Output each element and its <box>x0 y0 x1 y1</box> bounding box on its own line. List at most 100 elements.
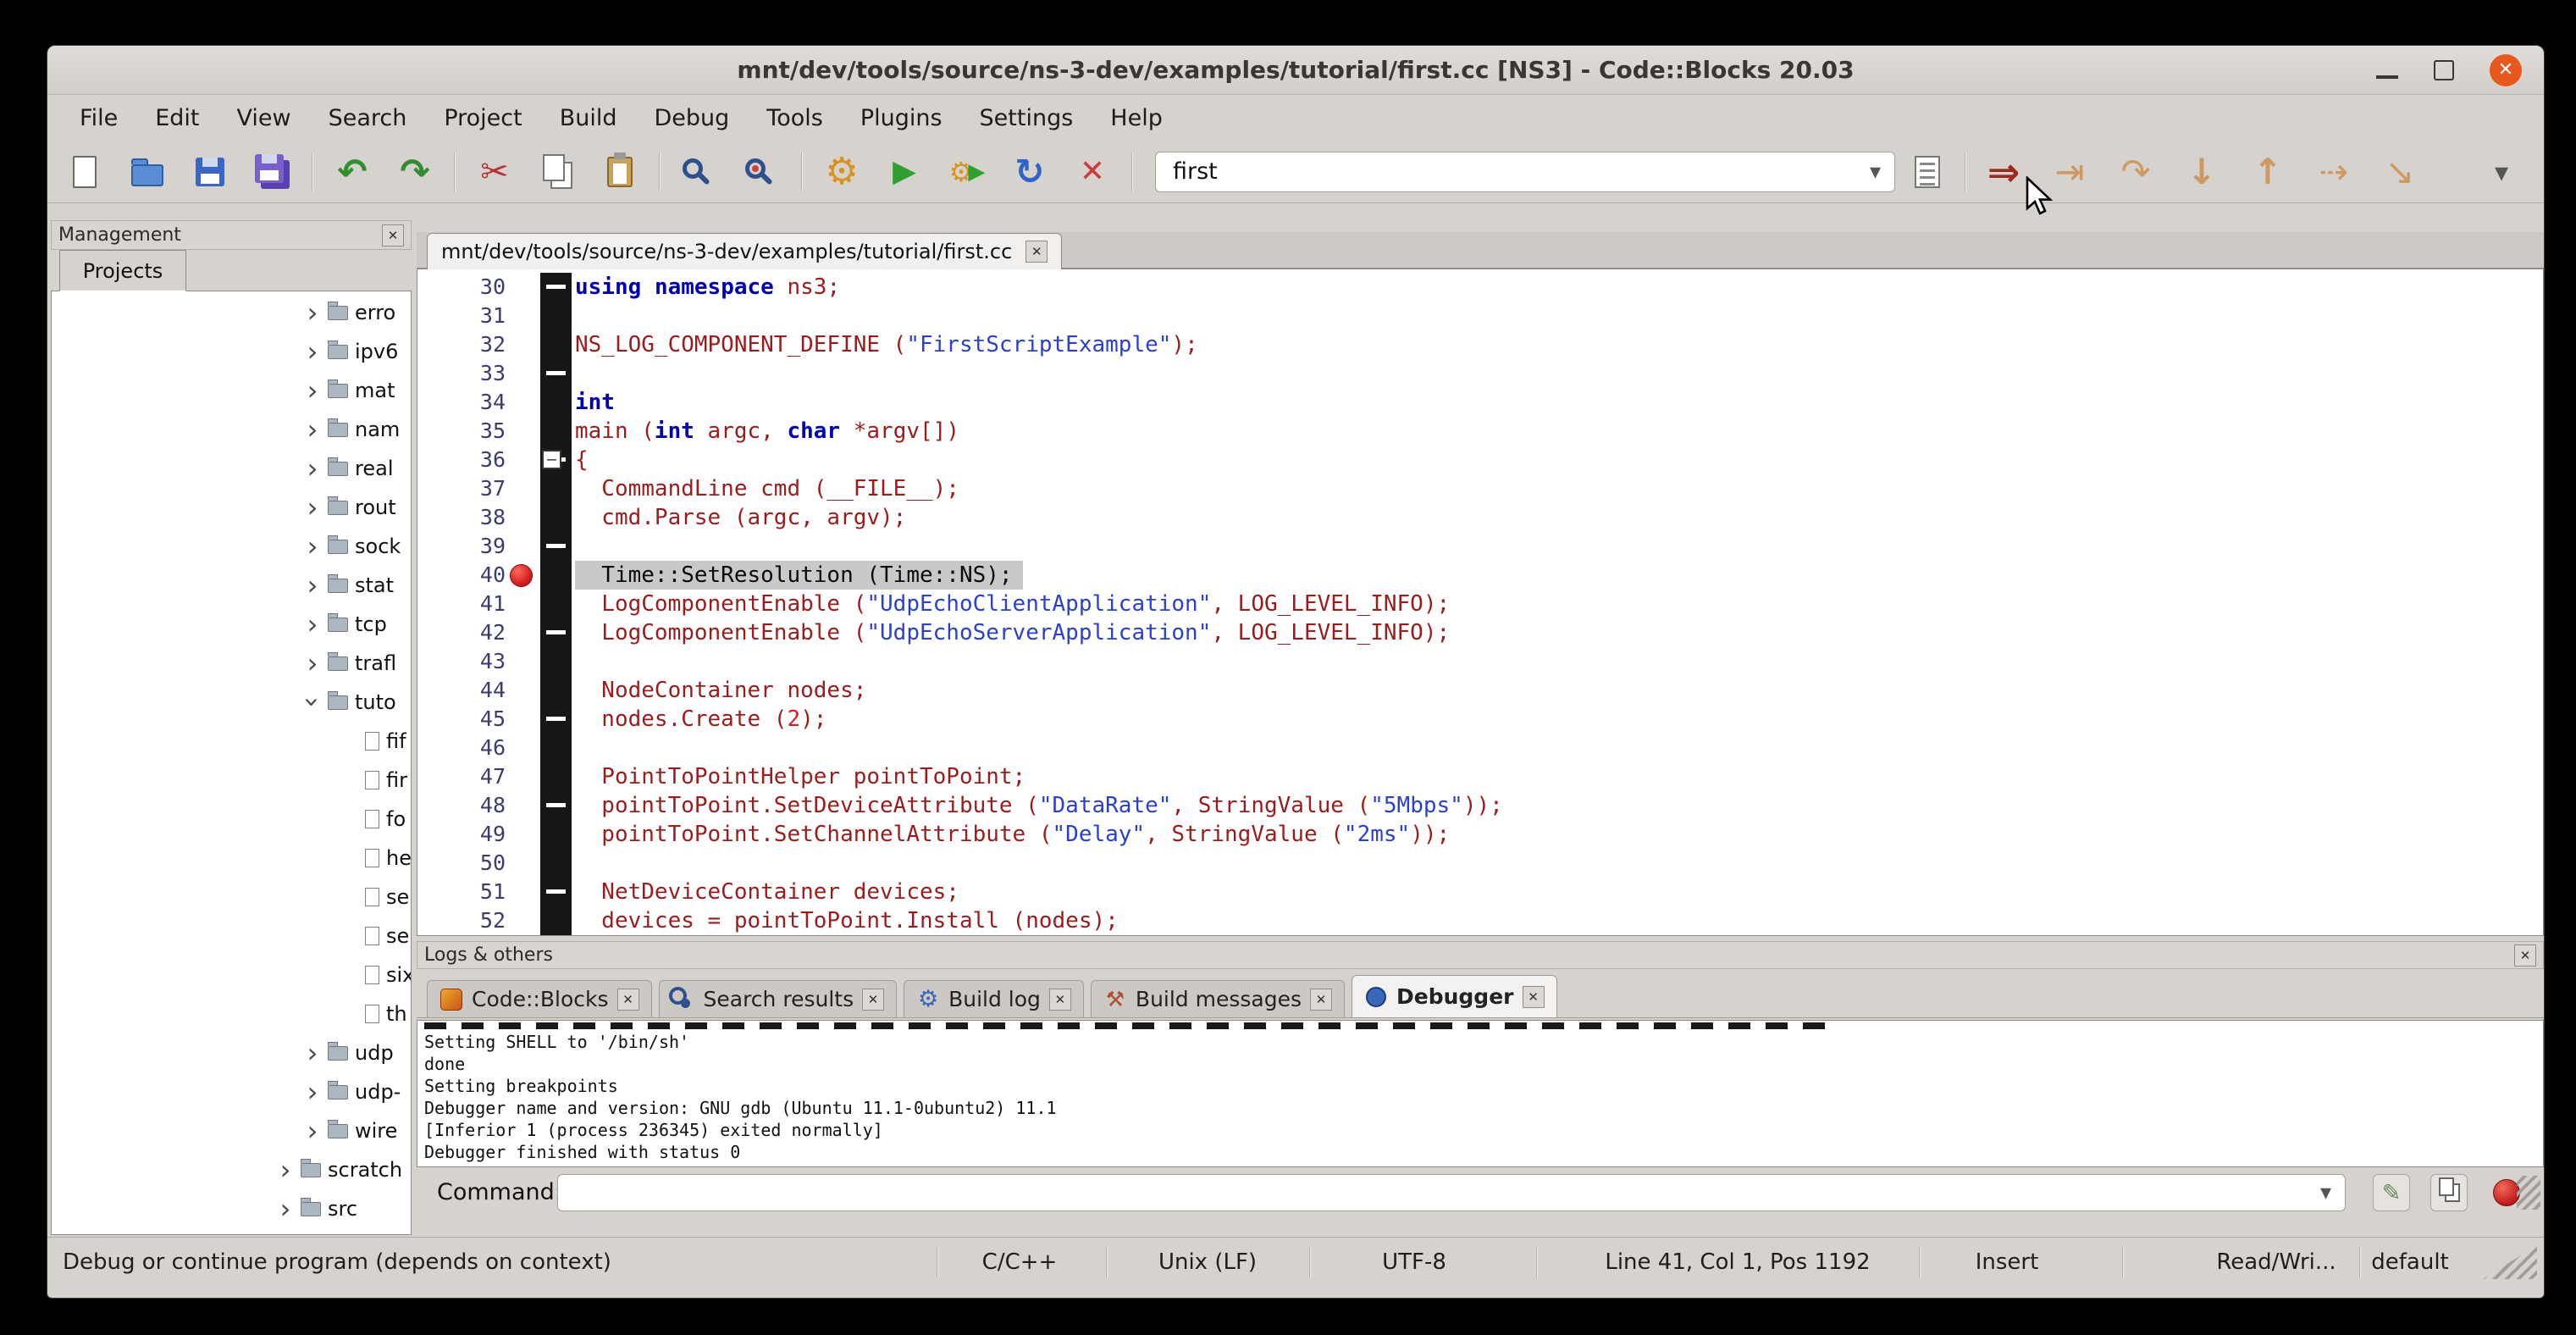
fold-marker-icon[interactable] <box>542 450 561 469</box>
line-number[interactable]: 46 <box>417 734 506 762</box>
code-line[interactable]: 40 Time::SetResolution (Time::NS); <box>417 561 2543 590</box>
tree-item-sock[interactable]: sock <box>52 527 411 566</box>
menu-plugins[interactable]: Plugins <box>842 98 961 138</box>
tree-item-nam[interactable]: nam <box>52 410 411 449</box>
menu-settings[interactable]: Settings <box>961 98 1092 138</box>
tree-item-erro[interactable]: erro <box>52 293 411 332</box>
step-into-icon[interactable]: ↓ <box>2178 148 2225 196</box>
copy-icon[interactable] <box>533 148 581 196</box>
tree-item-trafl[interactable]: trafl <box>52 644 411 683</box>
close-tab-icon[interactable] <box>1049 989 1071 1011</box>
line-number[interactable]: 41 <box>417 590 506 618</box>
redo-icon[interactable]: ↷ <box>391 148 439 196</box>
code-line[interactable]: 36{ <box>417 446 2543 474</box>
tree-item-se[interactable]: se <box>52 917 411 956</box>
line-number[interactable]: 44 <box>417 676 506 705</box>
line-number[interactable]: 31 <box>417 302 506 330</box>
code-line[interactable]: 48 pointToPoint.SetDeviceAttribute ("Dat… <box>417 791 2543 820</box>
debugger-log[interactable]: Setting SHELL to '/bin/sh'doneSetting br… <box>417 1020 2544 1167</box>
menu-tools[interactable]: Tools <box>748 98 842 138</box>
chevron-right-icon[interactable] <box>304 538 321 555</box>
code-line[interactable]: 46 <box>417 734 2543 762</box>
menu-view[interactable]: View <box>218 98 309 138</box>
line-number[interactable]: 37 <box>417 474 506 503</box>
new-file-icon[interactable] <box>61 148 108 196</box>
tree-item-he[interactable]: he <box>52 839 411 878</box>
line-number[interactable]: 39 <box>417 532 506 561</box>
code-line[interactable]: 35main (int argc, char *argv[]) <box>417 417 2543 446</box>
tree-item-se[interactable]: se <box>52 878 411 917</box>
toolbar-overflow-icon[interactable] <box>2478 148 2525 196</box>
attach-icon[interactable] <box>2373 1174 2410 1211</box>
chevron-right-icon[interactable] <box>304 1044 321 1061</box>
chevron-right-icon[interactable] <box>304 304 321 321</box>
logs-tab-code-blocks[interactable]: Code::Blocks <box>427 980 652 1017</box>
line-number[interactable]: 45 <box>417 705 506 734</box>
menu-edit[interactable]: Edit <box>136 98 218 138</box>
close-tab-icon[interactable] <box>1310 989 1332 1011</box>
code-line[interactable]: 38 cmd.Parse (argc, argv); <box>417 503 2543 532</box>
line-number[interactable]: 33 <box>417 359 506 388</box>
tree-item-rout[interactable]: rout <box>52 488 411 527</box>
replace-icon[interactable] <box>738 148 786 196</box>
line-number[interactable]: 42 <box>417 618 506 647</box>
tree-item-udp[interactable]: udp <box>52 1033 411 1072</box>
close-logs-icon[interactable] <box>2514 944 2536 967</box>
step-out-icon[interactable]: ↑ <box>2244 148 2291 196</box>
menu-project[interactable]: Project <box>425 98 540 138</box>
code-line[interactable]: 50 <box>417 849 2543 878</box>
line-number[interactable]: 32 <box>417 330 506 359</box>
tree-item-mat[interactable]: mat <box>52 371 411 410</box>
breakpoint-icon[interactable] <box>510 564 533 587</box>
incremental-search-icon[interactable] <box>1904 148 1951 196</box>
close-tab-icon[interactable] <box>862 989 884 1011</box>
line-number[interactable]: 30 <box>417 273 506 302</box>
line-number[interactable]: 34 <box>417 388 506 417</box>
line-number[interactable]: 51 <box>417 878 506 906</box>
close-tab-icon[interactable] <box>1025 241 1048 263</box>
line-number[interactable]: 48 <box>417 791 506 820</box>
tree-item-tuto[interactable]: tuto <box>52 683 411 722</box>
rebuild-icon[interactable]: ↻ <box>1006 148 1053 196</box>
search-input[interactable] <box>1156 158 1870 185</box>
close-panel-icon[interactable] <box>382 224 404 247</box>
tree-item-udp[interactable]: udp- <box>52 1072 411 1111</box>
code-line[interactable]: 39 <box>417 532 2543 561</box>
code-line[interactable]: 49 pointToPoint.SetChannelAttribute ("De… <box>417 820 2543 849</box>
editor-tab-first-cc[interactable]: mnt/dev/tools/source/ns-3-dev/examples/t… <box>427 233 1062 269</box>
code-editor[interactable]: 30using namespace ns3;3132NS_LOG_COMPONE… <box>417 269 2544 936</box>
debug-continue-icon[interactable]: ⇒ <box>1980 148 2027 196</box>
logs-tab-build-messages[interactable]: ⚒Build messages <box>1091 980 1345 1017</box>
code-line[interactable]: 52 devices = pointToPoint.Install (nodes… <box>417 906 2543 935</box>
tree-item-ipv6[interactable]: ipv6 <box>52 332 411 371</box>
line-number[interactable]: 52 <box>417 906 506 935</box>
menu-build[interactable]: Build <box>541 98 636 138</box>
chevron-right-icon[interactable] <box>277 1200 294 1217</box>
copy-log-icon[interactable] <box>2430 1174 2468 1211</box>
chevron-right-icon[interactable] <box>304 499 321 516</box>
line-number[interactable]: 47 <box>417 762 506 791</box>
chevron-right-icon[interactable] <box>304 616 321 633</box>
tree-item-stat[interactable]: stat <box>52 566 411 605</box>
code-line[interactable]: 45 nodes.Create (2); <box>417 705 2543 734</box>
tree-item-fir[interactable]: fir <box>52 761 411 800</box>
code-line[interactable]: 47 PointToPointHelper pointToPoint; <box>417 762 2543 791</box>
open-file-icon[interactable] <box>124 148 171 196</box>
line-number[interactable]: 38 <box>417 503 506 532</box>
menu-search[interactable]: Search <box>310 98 426 138</box>
code-line[interactable]: 44 NodeContainer nodes; <box>417 676 2543 705</box>
chevron-right-icon[interactable] <box>277 1161 294 1178</box>
line-number[interactable]: 49 <box>417 820 506 849</box>
cut-icon[interactable]: ✂ <box>471 148 518 196</box>
logs-tab-build-log[interactable]: ⚙Build log <box>904 980 1084 1017</box>
code-line[interactable]: 33 <box>417 359 2543 388</box>
next-line-icon[interactable]: ↷ <box>2112 148 2159 196</box>
tree-item-scratch[interactable]: scratch <box>52 1150 411 1189</box>
chevron-right-icon[interactable] <box>304 460 321 477</box>
build-and-run-icon[interactable]: ⚙▶ <box>943 148 991 196</box>
line-number[interactable]: 36 <box>417 446 506 474</box>
logs-tab-debugger[interactable]: Debugger <box>1352 975 1556 1017</box>
command-input[interactable] <box>558 1181 2320 1205</box>
abort-build-icon[interactable]: ✕ <box>1069 148 1116 196</box>
command-combobox[interactable] <box>557 1174 2346 1211</box>
